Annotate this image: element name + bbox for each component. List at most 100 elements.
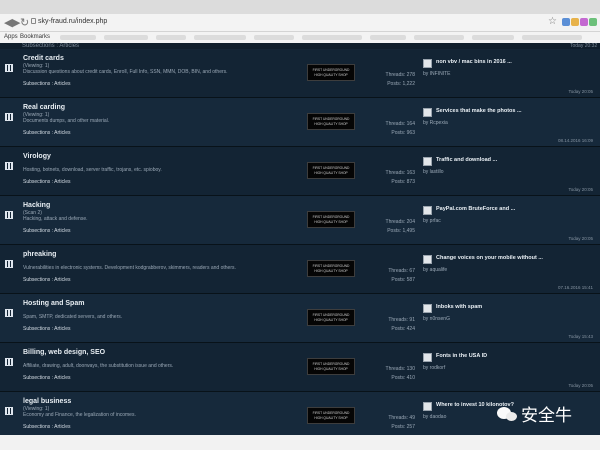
forum-status-icon bbox=[5, 162, 13, 170]
threads-count: Threads: 163 bbox=[385, 170, 415, 176]
forum-title-link[interactable]: Hacking bbox=[23, 202, 50, 209]
forum-stats: Threads: 130 Posts: 410 bbox=[369, 365, 415, 383]
shop-banner-ad[interactable]: FIRST UNDERGROUND HIGH QUALITY SHOP bbox=[307, 162, 355, 179]
blurred-bookmark[interactable] bbox=[472, 35, 514, 40]
forum-title-link[interactable]: Billing, web design, SEO bbox=[23, 349, 105, 356]
last-post-title-link[interactable]: Traffic and download ... bbox=[436, 157, 497, 163]
forum-title-link[interactable]: phreaking bbox=[23, 251, 56, 258]
last-post-title-link[interactable]: non vbv / mac bins in 2016 ... bbox=[436, 59, 512, 65]
subsections-link[interactable]: Subsections : Articles bbox=[23, 228, 71, 234]
subsections-link[interactable]: Subsections : Articles bbox=[23, 81, 71, 87]
last-post-author[interactable]: by n0nsenG bbox=[423, 316, 450, 322]
user-avatar[interactable] bbox=[423, 59, 432, 68]
page-bottom bbox=[0, 435, 600, 450]
watermark-text: 安全牛 bbox=[521, 406, 572, 425]
blurred-bookmark[interactable] bbox=[414, 35, 464, 40]
user-avatar[interactable] bbox=[423, 353, 432, 362]
forum-description: Discussion questions about credit cards,… bbox=[23, 69, 228, 75]
extension-icon[interactable] bbox=[562, 18, 570, 26]
banner-line: HIGH QUALITY SHOP bbox=[314, 171, 348, 175]
forum-title-link[interactable]: Hosting and Spam bbox=[23, 300, 84, 307]
posts-count: Posts: 587 bbox=[391, 277, 415, 283]
last-post-author[interactable]: by lastillo bbox=[423, 169, 444, 175]
bookmarks-label[interactable]: Bookmarks bbox=[20, 34, 50, 40]
forum-row[interactable]: Hosting and Spam Spam, SMTP, dedicated se… bbox=[0, 294, 600, 343]
user-avatar[interactable] bbox=[423, 304, 432, 313]
posts-count: Posts: 410 bbox=[391, 375, 415, 381]
last-post-author[interactable]: by Rcpexia bbox=[423, 120, 448, 126]
last-post-author[interactable]: by INFINITE bbox=[423, 71, 451, 77]
blurred-bookmark[interactable] bbox=[194, 35, 246, 40]
user-avatar[interactable] bbox=[423, 206, 432, 215]
bookmark-star-icon[interactable]: ☆ bbox=[548, 16, 557, 27]
last-post-title-link[interactable]: Services that make the photos ... bbox=[436, 108, 522, 114]
last-post-date: 08.14.2016 16:09 bbox=[557, 138, 593, 143]
posts-count: Posts: 424 bbox=[391, 326, 415, 332]
last-post-author[interactable]: by aqualife bbox=[423, 267, 447, 273]
user-avatar[interactable] bbox=[423, 402, 432, 411]
subsections-link[interactable]: Subsections : Articles bbox=[23, 277, 71, 283]
banner-line: HIGH QUALITY SHOP bbox=[314, 416, 348, 420]
subsections-link[interactable]: Subsections : Articles bbox=[23, 326, 71, 332]
reload-button[interactable]: ↻ bbox=[20, 16, 29, 30]
last-post-title-link[interactable]: Fonts in the USA ID bbox=[436, 353, 487, 359]
browser-tabstrip bbox=[0, 0, 600, 14]
shop-banner-ad[interactable]: FIRST UNDERGROUND HIGH QUALITY SHOP bbox=[307, 260, 355, 277]
address-bar[interactable]: ◀ ▶ ↻ sky-fraud.ru/index.php ☆ bbox=[0, 14, 600, 32]
forum-stats: Threads: 91 Posts: 424 bbox=[369, 316, 415, 334]
forum-stats: Threads: 278 Posts: 1,222 bbox=[369, 71, 415, 89]
blurred-bookmark[interactable] bbox=[60, 35, 96, 40]
blurred-bookmark[interactable] bbox=[254, 35, 294, 40]
shop-banner-ad[interactable]: FIRST UNDERGROUND HIGH QUALITY SHOP bbox=[307, 309, 355, 326]
forum-row[interactable]: phreaking Vulnerabilities in electronic s… bbox=[0, 245, 600, 294]
extension-icon[interactable] bbox=[589, 18, 597, 26]
last-post-title-link[interactable]: PayPal.com BruteForce and ... bbox=[436, 206, 515, 212]
subsections-link[interactable]: Subsections : Articles bbox=[23, 375, 71, 381]
subsections-link[interactable]: Subsections : Articles bbox=[23, 424, 71, 430]
forum-row[interactable]: Billing, web design, SEO Affiliate, drawi… bbox=[0, 343, 600, 392]
forum-status-icon bbox=[5, 309, 13, 317]
forum-title-link[interactable]: Virology bbox=[23, 153, 51, 160]
last-post-author[interactable]: by daodao bbox=[423, 414, 446, 420]
forum-row[interactable]: Real carding (Viewing: 1) Documents dumps,… bbox=[0, 98, 600, 147]
banner-line: HIGH QUALITY SHOP bbox=[314, 367, 348, 371]
last-post-date: Today 15:43 bbox=[568, 334, 593, 339]
last-post-title-link[interactable]: Change voices on your mobile without ... bbox=[436, 255, 543, 261]
shop-banner-ad[interactable]: FIRST UNDERGROUND HIGH QUALITY SHOP bbox=[307, 64, 355, 81]
shop-banner-ad[interactable]: FIRST UNDERGROUND HIGH QUALITY SHOP bbox=[307, 211, 355, 228]
page-info-icon[interactable] bbox=[31, 18, 36, 24]
extension-icon[interactable] bbox=[580, 18, 588, 26]
forum-row[interactable]: Credit cards (Viewing: 1) Discussion quest… bbox=[0, 49, 600, 98]
forum-description: Hosting, botnets, download, server traff… bbox=[23, 167, 162, 173]
subsections-link[interactable]: Subsections : Articles bbox=[23, 130, 71, 136]
forum-title-link[interactable]: legal business bbox=[23, 398, 71, 405]
blurred-bookmark[interactable] bbox=[104, 35, 148, 40]
blurred-bookmark[interactable] bbox=[522, 35, 582, 40]
banner-line: HIGH QUALITY SHOP bbox=[314, 122, 348, 126]
forum-row[interactable]: Virology Hosting, botnets, download, serv… bbox=[0, 147, 600, 196]
posts-count: Posts: 1,495 bbox=[387, 228, 415, 234]
url-text[interactable]: sky-fraud.ru/index.php bbox=[38, 18, 107, 25]
forum-title-link[interactable]: Credit cards bbox=[23, 55, 64, 62]
user-avatar[interactable] bbox=[423, 255, 432, 264]
shop-banner-ad[interactable]: FIRST UNDERGROUND HIGH QUALITY SHOP bbox=[307, 358, 355, 375]
blurred-bookmark[interactable] bbox=[302, 35, 362, 40]
forum-row[interactable]: Hacking (Scan 2) Hacking, attack and defen… bbox=[0, 196, 600, 245]
last-post-title-link[interactable]: Inboks with spam bbox=[436, 304, 482, 310]
blurred-bookmark[interactable] bbox=[370, 35, 406, 40]
shop-banner-ad[interactable]: FIRST UNDERGROUND HIGH QUALITY SHOP bbox=[307, 113, 355, 130]
apps-bookmark[interactable]: Apps bbox=[4, 34, 18, 40]
subsections-link[interactable]: Subsections : Articles bbox=[23, 179, 71, 185]
forum-title-link[interactable]: Real carding bbox=[23, 104, 65, 111]
forum-stats: Threads: 49 Posts: 257 bbox=[369, 414, 415, 432]
last-post-author[interactable]: by rodkorf bbox=[423, 365, 445, 371]
user-avatar[interactable] bbox=[423, 108, 432, 117]
forum-description: Spam, SMTP, dedicated servers, and other… bbox=[23, 314, 123, 320]
shop-banner-ad[interactable]: FIRST UNDERGROUND HIGH QUALITY SHOP bbox=[307, 407, 355, 424]
user-avatar[interactable] bbox=[423, 157, 432, 166]
blurred-bookmark[interactable] bbox=[156, 35, 186, 40]
forum-status-icon bbox=[5, 113, 13, 121]
forum-description: Hacking, attack and defense. bbox=[23, 216, 88, 222]
last-post-author[interactable]: by prfac bbox=[423, 218, 441, 224]
extension-icon[interactable] bbox=[571, 18, 579, 26]
